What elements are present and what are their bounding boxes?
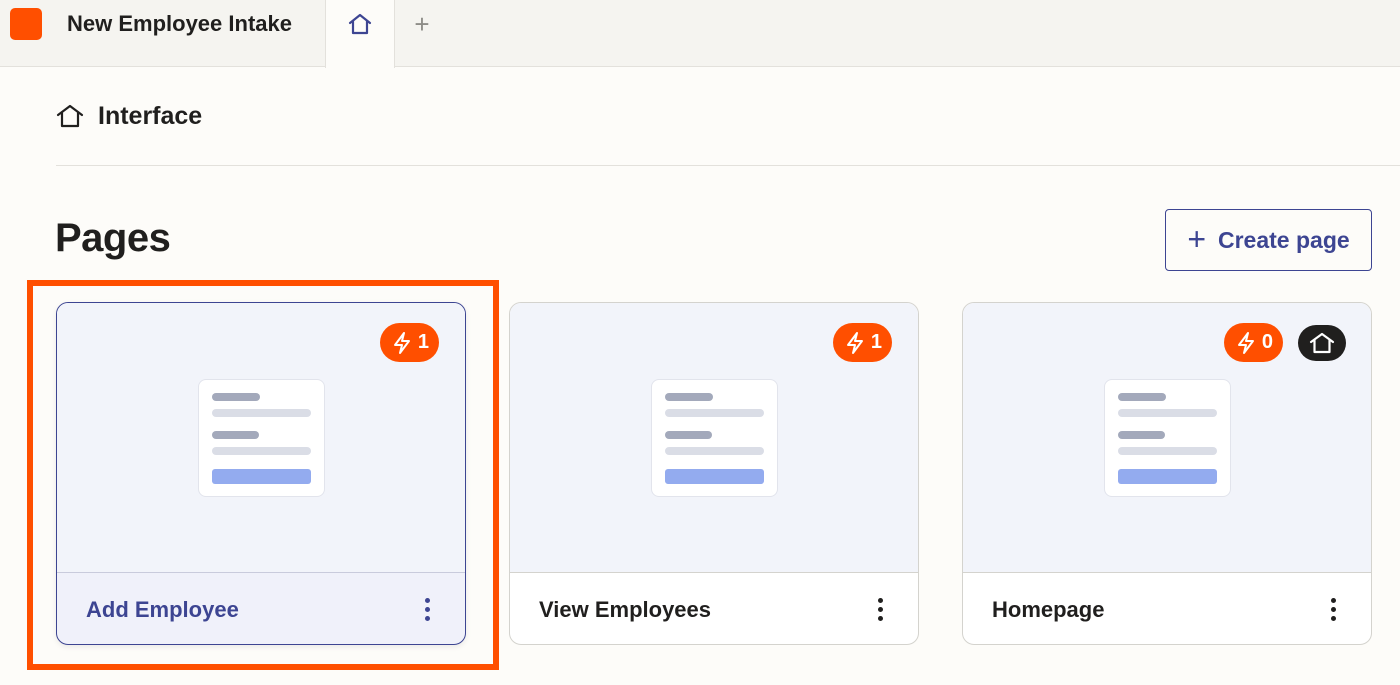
card-footer: Homepage: [963, 573, 1371, 644]
page-preview: 0: [963, 303, 1371, 573]
card-footer: Add Employee: [57, 573, 465, 644]
home-outline-icon: [56, 104, 84, 128]
zap-count-badge: 0: [1223, 323, 1283, 362]
plus-icon: +: [1187, 220, 1206, 257]
more-options-icon[interactable]: [870, 595, 890, 625]
divider: [56, 165, 1400, 166]
lightning-icon: [846, 331, 863, 354]
create-page-button[interactable]: + Create page: [1165, 209, 1372, 271]
zap-count: 0: [1261, 331, 1273, 353]
add-tab-button[interactable]: +: [408, 8, 436, 40]
zap-count-badge: 1: [832, 323, 892, 362]
page-name[interactable]: Homepage: [992, 597, 1104, 623]
app-logo: [10, 8, 42, 40]
tab-home[interactable]: [325, 0, 395, 68]
page-card-view-employees[interactable]: 1 View Employees: [509, 302, 919, 645]
page-card-add-employee[interactable]: 1 Add Employee: [56, 302, 466, 645]
homepage-badge: [1298, 325, 1346, 361]
zap-count: 1: [870, 331, 882, 353]
page-thumbnail: [651, 379, 778, 497]
lightning-icon: [393, 331, 410, 354]
lightning-icon: [1237, 331, 1254, 354]
breadcrumb: Interface: [56, 100, 202, 132]
create-page-label: Create page: [1218, 226, 1350, 253]
app-title: New Employee Intake: [67, 11, 292, 36]
page-thumbnail: [1104, 379, 1231, 497]
more-options-icon[interactable]: [1323, 595, 1343, 625]
zap-count: 1: [417, 331, 429, 353]
page-name[interactable]: Add Employee: [86, 597, 239, 623]
card-footer: View Employees: [510, 573, 918, 644]
page-preview: 1: [510, 303, 918, 573]
page-title: Pages: [55, 216, 171, 260]
page-preview: 1: [57, 303, 465, 573]
page-name[interactable]: View Employees: [539, 597, 711, 623]
home-icon: [348, 13, 372, 35]
zap-count-badge: 1: [379, 323, 439, 362]
page-card-homepage[interactable]: 0 Homepage: [962, 302, 1372, 645]
interface-title: Interface: [98, 101, 203, 130]
home-icon: [1309, 332, 1335, 354]
top-bar: New Employee Intake +: [0, 0, 1400, 68]
page-thumbnail: [198, 379, 325, 497]
more-options-icon[interactable]: [417, 595, 437, 625]
